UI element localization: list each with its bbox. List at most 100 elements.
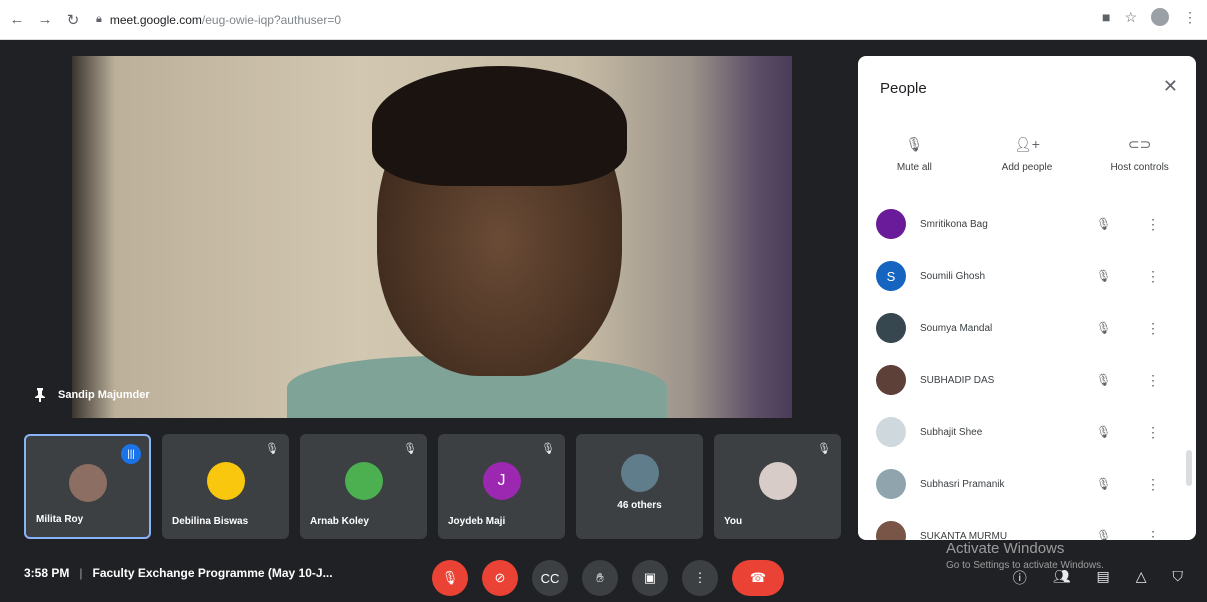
more-icon[interactable]: ⋮ bbox=[1146, 320, 1160, 337]
activities-icon[interactable]: △ bbox=[1136, 568, 1147, 588]
more-icon[interactable]: ⋮ bbox=[1146, 528, 1160, 541]
scrollbar[interactable] bbox=[1186, 450, 1192, 486]
avatar bbox=[68, 464, 107, 502]
captions-button[interactable]: CC bbox=[532, 560, 568, 596]
tile-self[interactable]: 🎙︎ You bbox=[714, 434, 841, 539]
back-icon[interactable]: ← bbox=[6, 9, 28, 31]
others-count: 46 others bbox=[617, 500, 662, 511]
present-icon: ▣ bbox=[643, 570, 657, 585]
speaker-name: Sandip Majumder bbox=[58, 389, 150, 401]
action-label: Host controls bbox=[1110, 162, 1169, 173]
avatar bbox=[876, 313, 906, 343]
speaker-hair bbox=[372, 66, 627, 186]
tile-name: Debilina Biswas bbox=[172, 516, 249, 527]
tile-name: Joydeb Maji bbox=[448, 516, 506, 527]
tile-participant[interactable]: 🎙︎ Debilina Biswas bbox=[162, 434, 289, 539]
avatar bbox=[876, 469, 906, 499]
camera-off-icon: ⊘ bbox=[494, 570, 506, 585]
host-controls-button[interactable]: ⊂⊃ Host controls bbox=[1090, 136, 1190, 173]
list-item[interactable]: S Soumili Ghosh 🎙︎ ⋮ bbox=[858, 250, 1196, 302]
lock-icon: 🔒︎ bbox=[96, 13, 102, 25]
mic-off-icon[interactable]: 🎙︎ bbox=[1096, 529, 1111, 540]
avatar bbox=[876, 209, 906, 239]
more-icon[interactable]: ⋮ bbox=[1146, 476, 1160, 493]
avatar bbox=[206, 462, 245, 500]
more-icon[interactable]: ⋮ bbox=[1146, 424, 1160, 441]
tile-participant[interactable]: 🎙︎ J Joydeb Maji bbox=[438, 434, 565, 539]
speaking-icon: ||| bbox=[121, 444, 141, 464]
avatar: J bbox=[482, 462, 521, 500]
mic-off-icon: 🎙︎ bbox=[403, 443, 417, 455]
tile-others[interactable]: 46 others bbox=[576, 434, 703, 539]
meet-area: Sandip Majumder ||| Milita Roy 🎙︎ Debili… bbox=[0, 40, 1207, 602]
group-avatar bbox=[620, 454, 659, 492]
tile-name: You bbox=[724, 516, 743, 527]
end-call-button[interactable]: ☎︎ bbox=[732, 560, 784, 596]
person-name: Subhajit Shee bbox=[920, 426, 983, 438]
mic-off-icon: 🎙︎ bbox=[817, 443, 831, 455]
browser-toolbar: ← → ↻ 🔒︎ meet.google.com /eug-owie-iqp?a… bbox=[0, 0, 1207, 40]
meeting-info: 3:58 PM | Faculty Exchange Programme (Ma… bbox=[24, 566, 333, 580]
mic-off-icon: 🎙︎ bbox=[905, 136, 924, 152]
panel-title: People bbox=[880, 80, 927, 97]
avatar bbox=[758, 462, 797, 500]
reload-icon[interactable]: ↻ bbox=[62, 9, 84, 31]
mic-off-icon[interactable]: 🎙︎ bbox=[1096, 321, 1111, 335]
phone-hangup-icon: ☎︎ bbox=[749, 570, 767, 585]
action-label: Add people bbox=[1001, 162, 1053, 173]
toggle-icon: ⊂⊃ bbox=[1127, 136, 1152, 152]
more-icon[interactable]: ⋮ bbox=[1146, 372, 1160, 389]
person-name: SUBHADIP DAS bbox=[920, 374, 995, 386]
list-item[interactable]: SUKANTA MURMU 🎙︎ ⋮ bbox=[858, 510, 1196, 540]
speaker-label: Sandip Majumder bbox=[34, 388, 150, 402]
person-name: Subhasri Pramanik bbox=[920, 478, 1005, 490]
list-item[interactable]: Subhasri Pramanik 🎙︎ ⋮ bbox=[858, 458, 1196, 510]
profile-avatar[interactable] bbox=[1151, 8, 1169, 26]
more-icon[interactable]: ⋮ bbox=[1146, 268, 1160, 285]
watermark-subtitle: Go to Settings to activate Windows. bbox=[946, 560, 1104, 571]
avatar bbox=[876, 417, 906, 447]
mic-off-icon[interactable]: 🎙︎ bbox=[1096, 425, 1111, 439]
mic-off-icon[interactable]: 🎙︎ bbox=[1096, 477, 1111, 491]
mic-toggle-button[interactable]: 🎙︎ bbox=[432, 560, 468, 596]
participant-tiles: ||| Milita Roy 🎙︎ Debilina Biswas 🎙︎ Arn… bbox=[24, 434, 841, 539]
people-panel: People ✕ 🎙︎ Mute all 👤︎+ Add people ⊂⊃ H… bbox=[858, 56, 1196, 540]
more-icon: ⋮ bbox=[693, 570, 707, 585]
add-people-button[interactable]: 👤︎+ Add people bbox=[977, 136, 1077, 173]
person-name: Soumili Ghosh bbox=[920, 270, 986, 282]
present-button[interactable]: ▣ bbox=[632, 560, 668, 596]
camera-toggle-button[interactable]: ⊘ bbox=[482, 560, 518, 596]
mic-off-icon[interactable]: 🎙︎ bbox=[1096, 269, 1111, 283]
menu-icon[interactable]: ⋮ bbox=[1183, 9, 1197, 26]
divider: | bbox=[79, 566, 83, 580]
captions-icon: CC bbox=[540, 570, 560, 586]
star-icon[interactable]: ☆ bbox=[1124, 9, 1137, 26]
forward-icon[interactable]: → bbox=[34, 9, 56, 31]
list-item[interactable]: Subhajit Shee 🎙︎ ⋮ bbox=[858, 406, 1196, 458]
tile-participant[interactable]: 🎙︎ Arnab Koley bbox=[300, 434, 427, 539]
list-item[interactable]: Smritikona Bag 🎙︎ ⋮ bbox=[858, 198, 1196, 250]
people-list: Smritikona Bag 🎙︎ ⋮ S Soumili Ghosh 🎙︎ ⋮… bbox=[858, 198, 1196, 540]
tile-participant[interactable]: ||| Milita Roy bbox=[24, 434, 151, 539]
list-item[interactable]: Soumya Mandal 🎙︎ ⋮ bbox=[858, 302, 1196, 354]
more-options-button[interactable]: ⋮ bbox=[682, 560, 718, 596]
call-controls: 🎙︎ ⊘ CC ✋︎ ▣ ⋮ ☎︎ bbox=[432, 560, 784, 596]
mic-off-icon[interactable]: 🎙︎ bbox=[1096, 217, 1111, 231]
person-name: Soumya Mandal bbox=[920, 322, 993, 334]
pin-icon[interactable] bbox=[34, 388, 46, 402]
camera-icon[interactable]: ■ bbox=[1102, 9, 1110, 25]
list-item[interactable]: SUBHADIP DAS 🎙︎ ⋮ bbox=[858, 354, 1196, 406]
windows-watermark: Activate Windows Go to Settings to activ… bbox=[946, 540, 1104, 574]
more-icon[interactable]: ⋮ bbox=[1146, 216, 1160, 233]
panel-actions: 🎙︎ Mute all 👤︎+ Add people ⊂⊃ Host contr… bbox=[858, 136, 1196, 173]
meeting-title: Faculty Exchange Programme (May 10-J... bbox=[92, 566, 333, 580]
host-shield-icon[interactable]: ⛉ bbox=[1173, 568, 1184, 588]
mic-off-icon[interactable]: 🎙︎ bbox=[1096, 373, 1111, 387]
raise-hand-button[interactable]: ✋︎ bbox=[582, 560, 618, 596]
tile-name: Arnab Koley bbox=[310, 516, 369, 527]
mute-all-button[interactable]: 🎙︎ Mute all bbox=[864, 136, 964, 173]
main-speaker-video[interactable] bbox=[72, 56, 792, 418]
close-icon[interactable]: ✕ bbox=[1163, 76, 1178, 97]
action-label: Mute all bbox=[896, 162, 932, 173]
address-bar[interactable]: 🔒︎ meet.google.com /eug-owie-iqp?authuse… bbox=[96, 6, 1176, 34]
